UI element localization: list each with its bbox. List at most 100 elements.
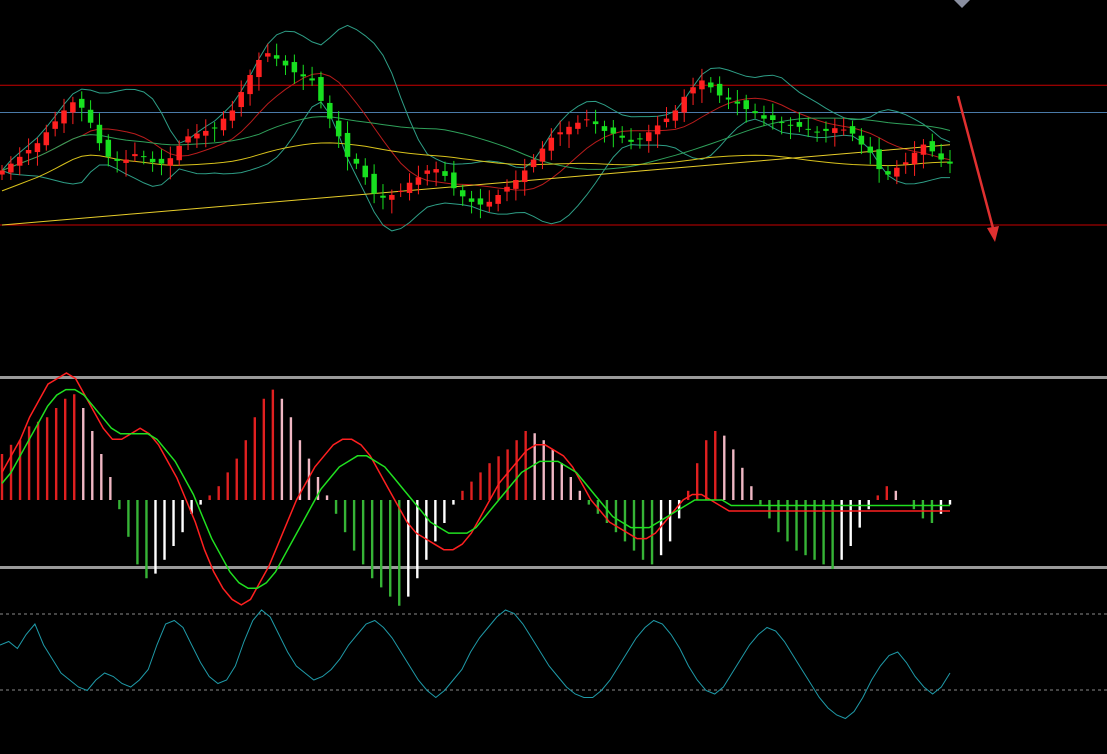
candle-body (778, 122, 785, 124)
candle-body (96, 124, 103, 144)
candle-body (681, 96, 687, 113)
candle-body (601, 126, 608, 131)
candle-body (43, 132, 50, 146)
candle-body (894, 167, 900, 177)
candle-body (61, 110, 67, 124)
candle-body (557, 132, 563, 135)
candle-body (646, 132, 652, 142)
candle-body (247, 75, 253, 95)
candle-body (920, 144, 927, 155)
candle-body (849, 126, 856, 134)
candle-body (78, 98, 85, 108)
candle-body (468, 198, 475, 202)
candle-body (362, 165, 368, 178)
candle-body (770, 115, 776, 120)
macd-fast-line (1, 372, 950, 606)
candle-body (459, 190, 466, 197)
candle-body (690, 87, 696, 94)
candle-body (335, 120, 342, 137)
candle-body (619, 135, 625, 138)
candle-body (725, 97, 732, 100)
candle-body (203, 130, 209, 136)
candle-body (548, 137, 555, 151)
candle-body (734, 101, 741, 104)
candle-body (8, 163, 14, 173)
candle-body (389, 195, 395, 200)
candle-body (814, 131, 820, 133)
candle-body (185, 136, 191, 143)
candle-body (610, 127, 617, 134)
candle-body (832, 128, 838, 133)
candle-body (318, 77, 324, 101)
candle-body (451, 172, 457, 189)
candle-body (327, 102, 333, 119)
candle-body (521, 170, 528, 183)
candle-body (16, 156, 23, 166)
candle-body (628, 139, 634, 142)
candle-body (929, 141, 936, 152)
candle-body (132, 154, 138, 157)
candle-body (876, 149, 882, 170)
candle-body (87, 109, 94, 123)
candle-body (105, 139, 112, 157)
candle-body (433, 169, 439, 173)
candle-body (840, 129, 847, 131)
stock-chart (0, 24, 1107, 720)
candle-body (495, 195, 501, 204)
candle-body (282, 60, 289, 66)
candle-body (344, 132, 351, 157)
candle-body (584, 119, 590, 121)
candle-body (300, 74, 306, 77)
candle-body (530, 159, 537, 168)
candle-body (752, 111, 758, 114)
candle-body (273, 55, 280, 59)
candle-body (885, 171, 891, 175)
candle-body (858, 135, 865, 145)
candle-body (371, 173, 377, 194)
candle-body (477, 198, 484, 205)
forecast-arrow-shaft (956, 95, 996, 233)
candle-body (265, 53, 271, 57)
candle-body (52, 121, 58, 129)
candle-body (699, 80, 705, 90)
candle-body (787, 124, 794, 126)
candle-body (947, 161, 953, 164)
forecast-arrow-head (987, 226, 999, 242)
candle-body (211, 127, 218, 129)
ma-long-line (1, 142, 951, 192)
candle-body (575, 122, 581, 129)
candle-body (380, 195, 386, 198)
candle-body (654, 125, 661, 135)
macd-signal-line (1, 388, 950, 590)
candle-body (902, 162, 909, 165)
panel-separator-top (0, 376, 1107, 379)
candle-body (672, 110, 679, 121)
candle-body (25, 150, 32, 154)
candle-body (663, 118, 670, 123)
candle-body (406, 182, 413, 193)
candle-body (291, 62, 298, 73)
candle-body (823, 128, 829, 131)
candle-body (158, 158, 165, 164)
candle-body (796, 122, 803, 127)
candle-body (123, 159, 129, 163)
candle-body (716, 83, 723, 96)
candle-body (486, 201, 493, 207)
candle-body (938, 153, 944, 160)
candle-body (805, 128, 811, 130)
candle-body (867, 146, 874, 153)
candle-body (504, 186, 510, 192)
candle-body (256, 60, 262, 78)
candle-body (539, 148, 546, 162)
candle-body (761, 115, 767, 119)
candle-body (397, 190, 404, 192)
candle-body (708, 82, 714, 88)
candle-body (637, 138, 643, 140)
candle-body (194, 133, 200, 139)
candle-body (114, 158, 120, 161)
candle-body (149, 158, 156, 163)
oscillator-line (0, 609, 951, 720)
candle-body (0, 170, 5, 175)
candle-body (592, 121, 599, 125)
corner-marker-icon (954, 0, 970, 8)
